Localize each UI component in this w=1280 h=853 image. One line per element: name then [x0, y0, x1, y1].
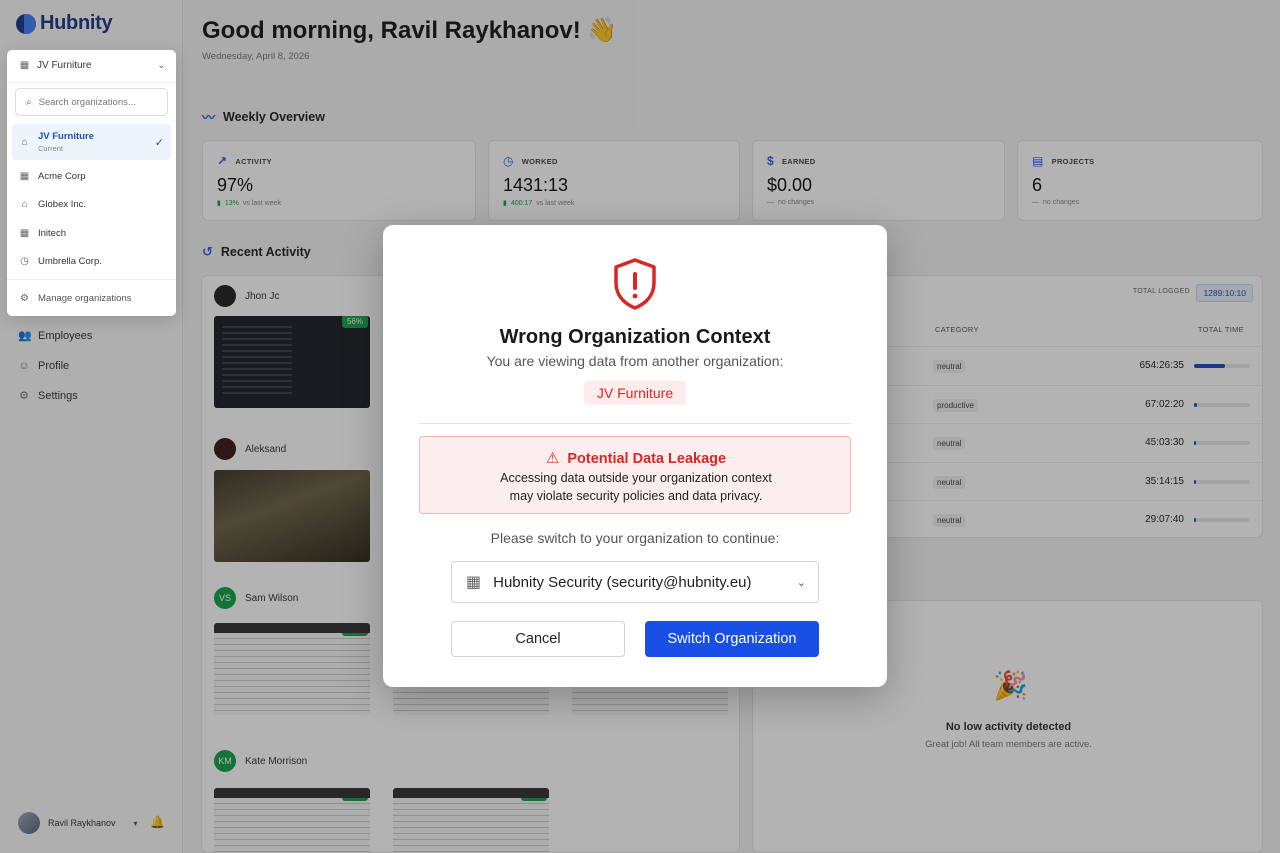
search-field: ⌕ [15, 88, 168, 116]
building-icon: ▦ [19, 60, 30, 71]
chevron-down-icon: ⌄ [796, 576, 806, 589]
warning-triangle-icon: ⚠ [545, 450, 560, 467]
org-item-acme-corp[interactable]: ▦ Acme Corp [12, 163, 171, 189]
building-icon: ▦ [466, 574, 482, 591]
manage-label: Manage organizations [38, 292, 132, 304]
check-icon: ✓ [154, 136, 164, 149]
warning-line: Accessing data outside your organization… [500, 471, 772, 485]
warning-title-text: Potential Data Leakage [567, 451, 727, 467]
selected-org: Hubnity Security (security@hubnity.eu) [493, 573, 752, 591]
building-icon: ▦ [19, 227, 30, 239]
divider [7, 279, 176, 280]
org-name: Globex Inc. [38, 198, 87, 210]
building-icon: ▦ [19, 170, 30, 182]
warning-text: Accessing data outside your organization… [420, 469, 852, 505]
cancel-button[interactable]: Cancel [451, 621, 625, 657]
warning-box: ⚠ Potential Data Leakage Accessing data o… [419, 436, 851, 514]
switch-organization-button[interactable]: Switch Organization [645, 621, 819, 657]
org-item-umbrella[interactable]: ◷ Umbrella Corp. [12, 248, 171, 274]
wrong-org-modal: Wrong Organization Context You are viewi… [383, 225, 887, 687]
organization-select[interactable]: ▦ Hubnity Security (security@hubnity.eu)… [451, 561, 819, 603]
org-item-jv-furniture[interactable]: ⌂ JV Furniture Current ✓ [12, 124, 171, 160]
org-item-globex[interactable]: ⌂ Globex Inc. [12, 191, 171, 217]
clock-icon: ◷ [20, 255, 29, 267]
manage-organizations-link[interactable]: ⚙ Manage organizations [12, 285, 171, 311]
switch-prompt: Please switch to your organization to co… [490, 530, 780, 546]
search-icon: ⌕ [26, 96, 32, 108]
warning-line: may violate security policies and data p… [509, 489, 763, 503]
warning-title: ⚠ Potential Data Leakage [420, 449, 852, 467]
divider [419, 423, 851, 424]
home-icon: ⌂ [21, 198, 28, 210]
org-sub: Current [38, 144, 64, 153]
organization-switcher[interactable]: ▦ JV Furniture ⌄ [19, 60, 165, 71]
gear-icon: ⚙ [20, 292, 29, 304]
modal-title: Wrong Organization Context [499, 326, 771, 348]
org-name: JV Furniture [38, 131, 94, 142]
org-item-initech[interactable]: ▦ Initech [12, 220, 171, 246]
org-name: Acme Corp [38, 170, 86, 182]
modal-subtitle: You are viewing data from another organi… [486, 353, 784, 369]
current-org-label: JV Furniture [37, 60, 92, 71]
divider [7, 82, 176, 83]
chevron-down-icon: ⌄ [157, 60, 165, 70]
organization-dropdown: ▦ JV Furniture ⌄ ⌕ ⌂ JV Furniture Current… [7, 50, 176, 316]
search-input[interactable] [38, 96, 149, 108]
home-icon: ⌂ [21, 136, 28, 148]
org-name: Initech [38, 227, 66, 239]
viewed-org-badge: JV Furniture [584, 381, 686, 405]
shield-alert-icon [614, 258, 656, 310]
org-name: Umbrella Corp. [38, 255, 102, 267]
